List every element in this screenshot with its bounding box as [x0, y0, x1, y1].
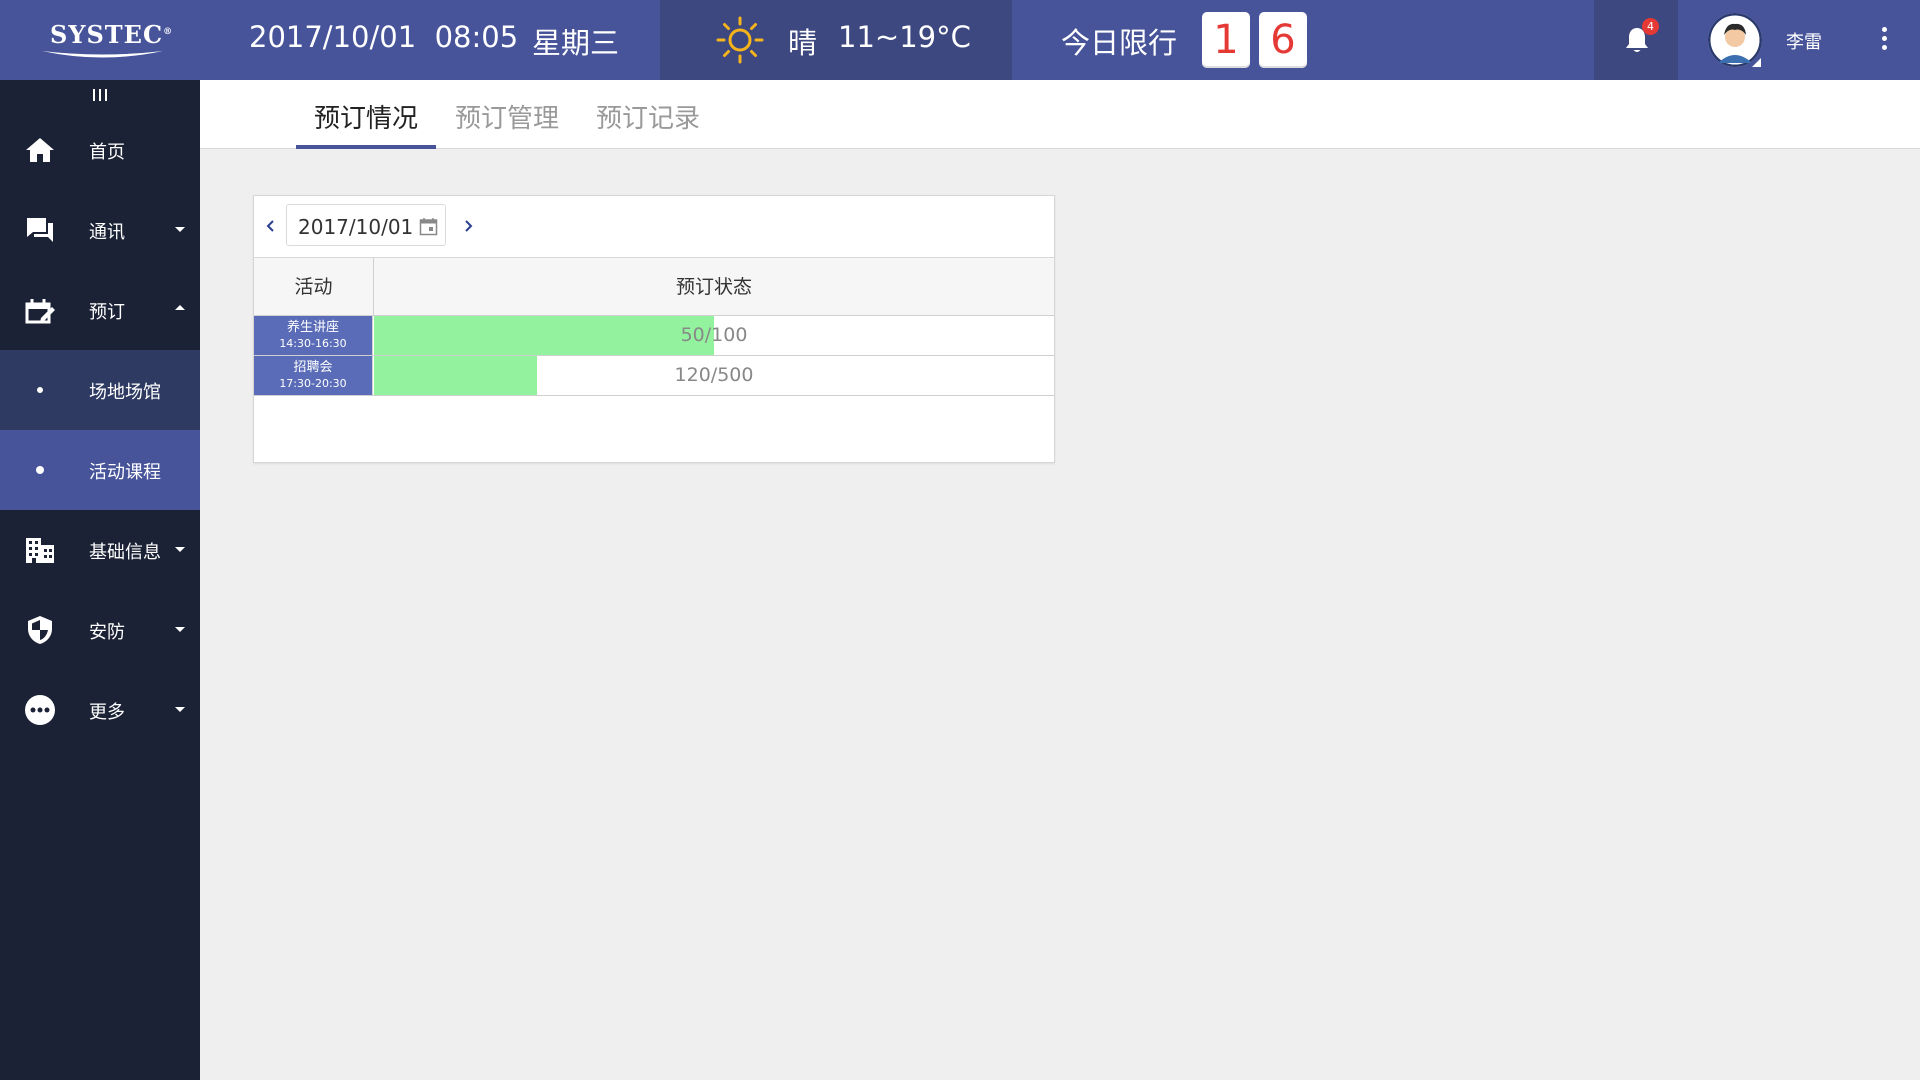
- booking-progress-bar: 50/100: [374, 316, 1054, 355]
- activity-cell: 养生讲座 14:30-16:30: [254, 316, 373, 355]
- activity-name: 养生讲座: [286, 320, 339, 335]
- table-row[interactable]: 招聘会 17:30-20:30 120/500: [254, 356, 1054, 396]
- bullet-icon: [37, 387, 43, 393]
- sidebar: 首页 通讯 预订 场地场馆 活动课程 基础信息 安防 更多: [0, 80, 200, 1080]
- sidebar-item-label: 安防: [89, 622, 125, 643]
- chevron-down-icon: [175, 707, 185, 712]
- tab-bar: 预订情况 预订管理 预订记录: [200, 80, 1920, 149]
- sidebar-item-label: 预订: [89, 302, 125, 323]
- chevron-down-icon: [175, 227, 185, 232]
- sidebar-collapse-button[interactable]: [93, 89, 107, 103]
- sidebar-item-label: 首页: [89, 142, 125, 163]
- date-navigator: 2017/10/01: [254, 196, 1054, 257]
- systec-logo: SYSTEC®: [40, 16, 172, 60]
- chevron-down-icon: [175, 627, 185, 632]
- booking-icon: [25, 299, 55, 324]
- logo-swoosh-icon: [42, 51, 163, 58]
- current-datetime: 2017/10/01 08:05: [249, 20, 519, 54]
- sun-icon: [716, 16, 764, 64]
- active-tab-indicator: [296, 145, 436, 149]
- home-icon: [26, 138, 54, 162]
- shield-icon: [28, 616, 52, 644]
- building-icon: [26, 538, 54, 563]
- sidebar-item-label: 通讯: [89, 222, 125, 243]
- restriction-digit: 6: [1259, 12, 1307, 68]
- more-options-button[interactable]: [1876, 24, 1892, 56]
- user-name[interactable]: 李雷: [1786, 28, 1822, 54]
- selected-date: 2017/10/01: [298, 215, 414, 239]
- chevron-down-icon: [175, 547, 185, 552]
- tab-booking-management[interactable]: 预订管理: [455, 98, 559, 135]
- sidebar-item-more[interactable]: 更多: [0, 670, 200, 750]
- weather-temperature: 11~19°C: [838, 20, 971, 54]
- sidebar-item-label: 更多: [89, 702, 125, 723]
- chat-icon: [27, 218, 53, 242]
- sidebar-subitem-activities[interactable]: 活动课程: [0, 430, 200, 510]
- booking-count-text: 50/100: [680, 324, 748, 346]
- more-icon: [25, 695, 55, 725]
- tab-booking-records[interactable]: 预订记录: [596, 98, 700, 135]
- date-picker-input[interactable]: 2017/10/01: [286, 204, 446, 246]
- column-header-activity: 活动: [254, 258, 374, 316]
- sidebar-item-booking[interactable]: 预订: [0, 270, 200, 350]
- booking-count-text: 120/500: [674, 364, 754, 386]
- booking-status-panel: 2017/10/01 活动 预订状态 养生讲座 14:30-16:30 50/1…: [253, 195, 1055, 463]
- top-header: SYSTEC® 2017/10/01 08:05 星期三 晴 11~19°C 今…: [0, 0, 1920, 80]
- weather-condition: 晴: [788, 26, 818, 60]
- sidebar-item-basic-info[interactable]: 基础信息: [0, 510, 200, 590]
- weather-panel: 晴 11~19°C: [660, 0, 1012, 80]
- booking-table-header: 活动 预订状态: [254, 257, 1054, 316]
- activity-time: 14:30-16:30: [279, 337, 347, 350]
- calendar-icon[interactable]: [419, 217, 438, 236]
- current-weekday: 星期三: [532, 26, 620, 60]
- avatar-dropdown-caret-icon[interactable]: [1752, 58, 1761, 67]
- sidebar-item-communication[interactable]: 通讯: [0, 190, 200, 270]
- sidebar-item-label: 场地场馆: [89, 382, 161, 403]
- notifications-button[interactable]: 4: [1594, 0, 1678, 80]
- activity-time: 17:30-20:30: [279, 377, 347, 390]
- notification-count-badge: 4: [1642, 18, 1659, 35]
- chevron-up-icon: [175, 305, 185, 310]
- chevron-left-icon[interactable]: [260, 214, 280, 238]
- tab-booking-status[interactable]: 预订情况: [314, 98, 418, 135]
- activity-name: 招聘会: [293, 360, 333, 375]
- activity-cell: 招聘会 17:30-20:30: [254, 356, 373, 395]
- sidebar-item-label: 活动课程: [89, 462, 161, 483]
- table-row[interactable]: 养生讲座 14:30-16:30 50/100: [254, 316, 1054, 356]
- sidebar-subitem-venues[interactable]: 场地场馆: [0, 350, 200, 430]
- booking-progress-bar: 120/500: [374, 356, 1054, 395]
- logo-text: SYSTEC®: [50, 20, 174, 49]
- chevron-right-icon[interactable]: [459, 214, 479, 238]
- column-header-status: 预订状态: [675, 276, 752, 298]
- bullet-icon: [36, 466, 44, 474]
- traffic-restriction-label: 今日限行: [1061, 26, 1178, 60]
- sidebar-item-security[interactable]: 安防: [0, 590, 200, 670]
- restriction-digit: 1: [1202, 12, 1250, 68]
- sidebar-item-home[interactable]: 首页: [0, 110, 200, 190]
- sidebar-item-label: 基础信息: [89, 542, 161, 563]
